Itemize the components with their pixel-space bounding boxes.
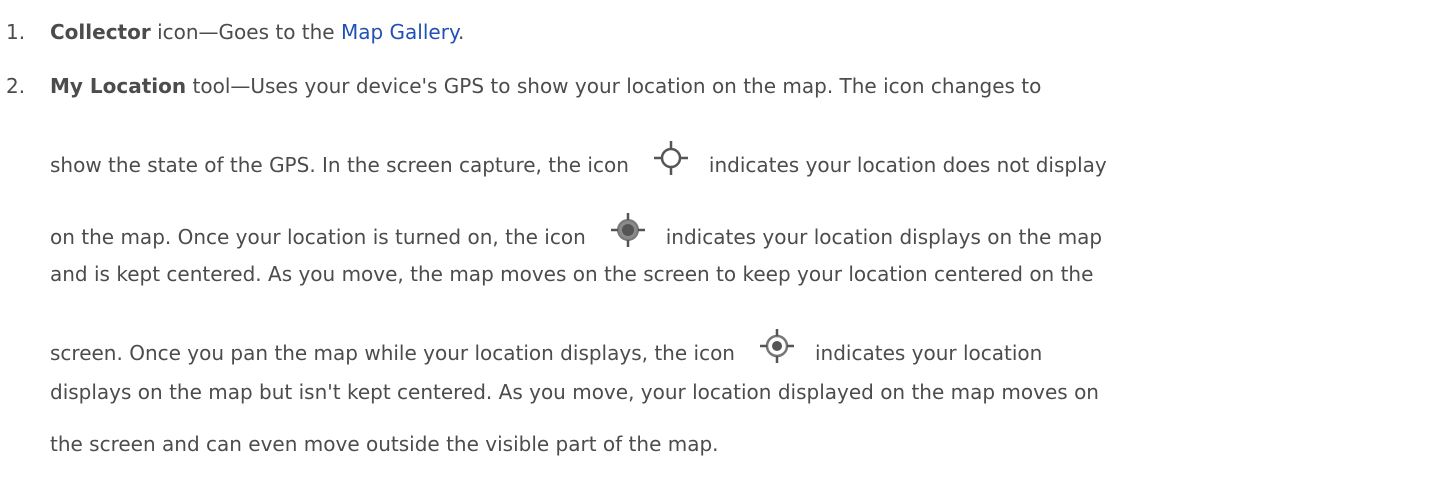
- item-punctuation: .: [457, 20, 465, 44]
- item-description: icon—Goes to the: [150, 20, 341, 44]
- text-segment: indicates your location displays on the …: [665, 225, 1103, 249]
- text-segment: show the state of the GPS. In the screen…: [50, 153, 629, 177]
- gps-off-icon: [651, 138, 691, 178]
- map-gallery-link[interactable]: Map Gallery: [341, 20, 458, 44]
- text-segment: screen. Once you pan the map while your …: [50, 341, 735, 365]
- text-segment: indicates your location: [814, 341, 1043, 365]
- list-item-text: displays on the map but isn't kept cente…: [50, 380, 1099, 404]
- list-item-text: the screen and can even move outside the…: [50, 432, 719, 456]
- item-title: My Location: [50, 74, 187, 98]
- item-description: tool—Uses your device's GPS to show your…: [186, 74, 1042, 98]
- list-item-text: screen. Once you pan the map while your …: [50, 326, 1042, 366]
- text-segment: indicates your location does not display: [708, 153, 1107, 177]
- item-title: Collector: [50, 20, 151, 44]
- list-item-text: Collector icon—Goes to the Map Gallery.: [50, 20, 464, 44]
- gps-on-icon: [757, 326, 797, 366]
- list-number: 1.: [6, 20, 26, 44]
- list-item-text: and is kept centered. As you move, the m…: [50, 262, 1094, 286]
- list-number: 2.: [6, 74, 26, 98]
- gps-centered-icon: [608, 210, 648, 250]
- list-item-text: show the state of the GPS. In the screen…: [50, 138, 1107, 178]
- list-item-text: My Location tool—Uses your device's GPS …: [50, 74, 1041, 98]
- list-item-text: on the map. Once your location is turned…: [50, 210, 1102, 250]
- text-segment: on the map. Once your location is turned…: [50, 225, 586, 249]
